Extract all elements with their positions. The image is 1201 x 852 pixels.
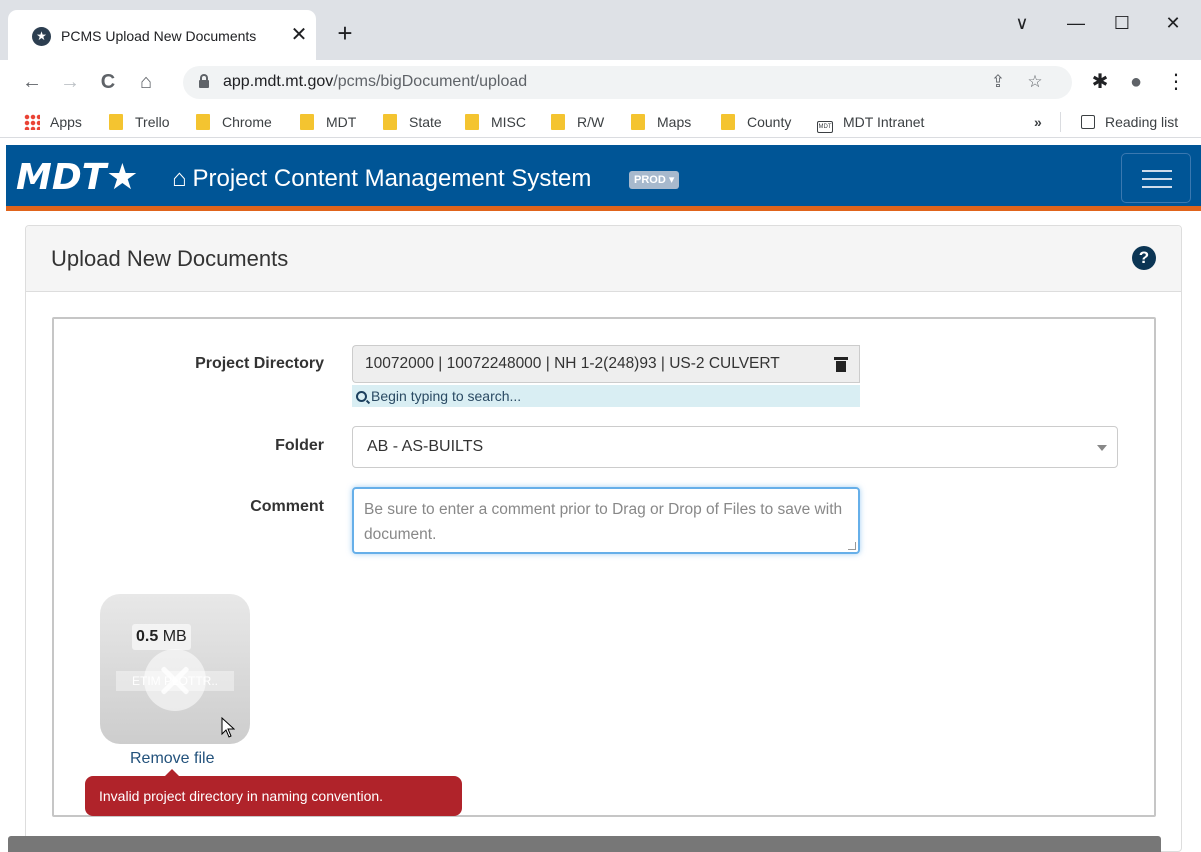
bookmark-folder[interactable]: MISC [465,112,526,132]
reload-icon[interactable]: C [96,70,120,94]
comment-textarea[interactable]: Be sure to enter a comment prior to Drag… [352,487,860,554]
bookmark-star-icon[interactable]: ☆ [1023,70,1047,94]
url-text[interactable]: app.mdt.mt.gov/pcms/bigDocument/upload [223,73,527,91]
folder-icon [383,114,397,130]
new-tab-button[interactable]: + [334,20,356,46]
bookmarks-divider [1060,112,1061,132]
footer-bar [8,836,1161,852]
bookmarks-bar: Apps Trello Chrome MDT State MISC R/W Ma… [0,104,1201,138]
extensions-icon[interactable]: ✱ [1088,70,1112,94]
folder-icon [300,114,314,130]
folder-icon [721,114,735,130]
trash-icon [834,357,848,372]
folder-select[interactable]: AB - AS-BUILTS [352,426,1118,468]
upload-form: Project Directory 10072000 | 10072248000… [52,317,1156,817]
folder-label: Folder [275,437,324,454]
clear-project-button[interactable] [822,345,860,383]
project-directory-field[interactable]: 10072000 | 10072248000 | NH 1-2(248)93 |… [352,345,822,383]
dropdown-caret-icon [1097,445,1107,451]
lock-icon[interactable] [199,74,209,88]
browser-toolbar: ← → C ⌂ app.mdt.mt.gov/pcms/bigDocument/… [0,60,1201,104]
hamburger-menu-button[interactable] [1121,153,1191,203]
search-hint: Begin typing to search... [352,385,860,407]
error-x-icon [144,649,206,711]
address-bar[interactable]: app.mdt.mt.gov/pcms/bigDocument/upload ⇪… [183,66,1072,99]
tab-search-chevron-icon[interactable]: ∨ [1002,8,1042,38]
mdt-star-favicon-icon: ★ [32,27,51,46]
error-tooltip: Invalid project directory in naming conv… [85,769,462,816]
reading-list-icon [1081,115,1095,129]
folder-icon [109,114,123,130]
tab-close-icon[interactable]: ✕ [288,24,310,46]
browser-tab[interactable]: ★ PCMS Upload New Documents ✕ [8,10,316,60]
bookmark-folder[interactable]: County [721,112,791,132]
apps-grid-icon [24,114,40,130]
project-directory-label: Project Directory [195,355,324,372]
forward-icon[interactable]: → [58,70,82,94]
help-icon[interactable]: ? [1132,246,1156,270]
home-icon[interactable]: ⌂ [134,70,158,94]
folder-icon [631,114,645,130]
resize-grip-icon[interactable] [848,542,856,550]
home-icon: ⌂ [172,165,187,192]
search-icon [356,391,367,402]
share-icon[interactable]: ⇪ [986,70,1010,94]
bookmark-folder[interactable]: Maps [631,112,691,132]
page-title: Upload New Documents [51,246,289,271]
bookmark-folder[interactable]: R/W [551,112,604,132]
panel-header: Upload New Documents ? [26,226,1181,292]
comment-label: Comment [250,498,324,515]
browser-menu-icon[interactable]: ⋮ [1164,70,1188,94]
file-size: 0.5 MB [132,624,191,650]
back-icon[interactable]: ← [20,70,44,94]
app-navbar: MDT★ ⌂ Project Content Management System … [6,145,1201,211]
bookmark-folder[interactable]: Trello [109,112,170,132]
bookmark-mdt-intranet[interactable]: MDT MDT Intranet [817,112,924,133]
upload-panel: Upload New Documents ? Project Directory… [25,225,1182,852]
folder-icon [196,114,210,130]
mdt-logo[interactable]: MDT★ [16,157,139,198]
mdt-intranet-icon: MDT [817,121,833,133]
bookmark-folder[interactable]: State [383,112,442,132]
browser-tabstrip: ★ PCMS Upload New Documents ✕ + ∨ — ☐ ✕ [0,0,1201,60]
remove-file-link[interactable]: Remove file [130,750,214,768]
environment-badge[interactable]: PROD ▾ [629,171,680,189]
tab-title: PCMS Upload New Documents [61,28,257,44]
profile-avatar-icon[interactable]: ● [1124,70,1148,94]
app-title-link[interactable]: ⌂ Project Content Management System [172,165,591,193]
close-window-button[interactable]: ✕ [1153,8,1193,38]
folder-icon [465,114,479,130]
bookmark-folder[interactable]: MDT [300,112,356,132]
maximize-button[interactable]: ☐ [1102,8,1142,38]
reading-list-button[interactable]: Reading list [1081,112,1178,132]
folder-icon [551,114,565,130]
minimize-button[interactable]: — [1056,8,1096,38]
bookmark-folder[interactable]: Chrome [196,112,272,132]
bookmarks-overflow-button[interactable]: » [1034,112,1042,132]
bookmark-apps[interactable]: Apps [24,112,82,132]
mouse-pointer-icon [221,717,235,738]
